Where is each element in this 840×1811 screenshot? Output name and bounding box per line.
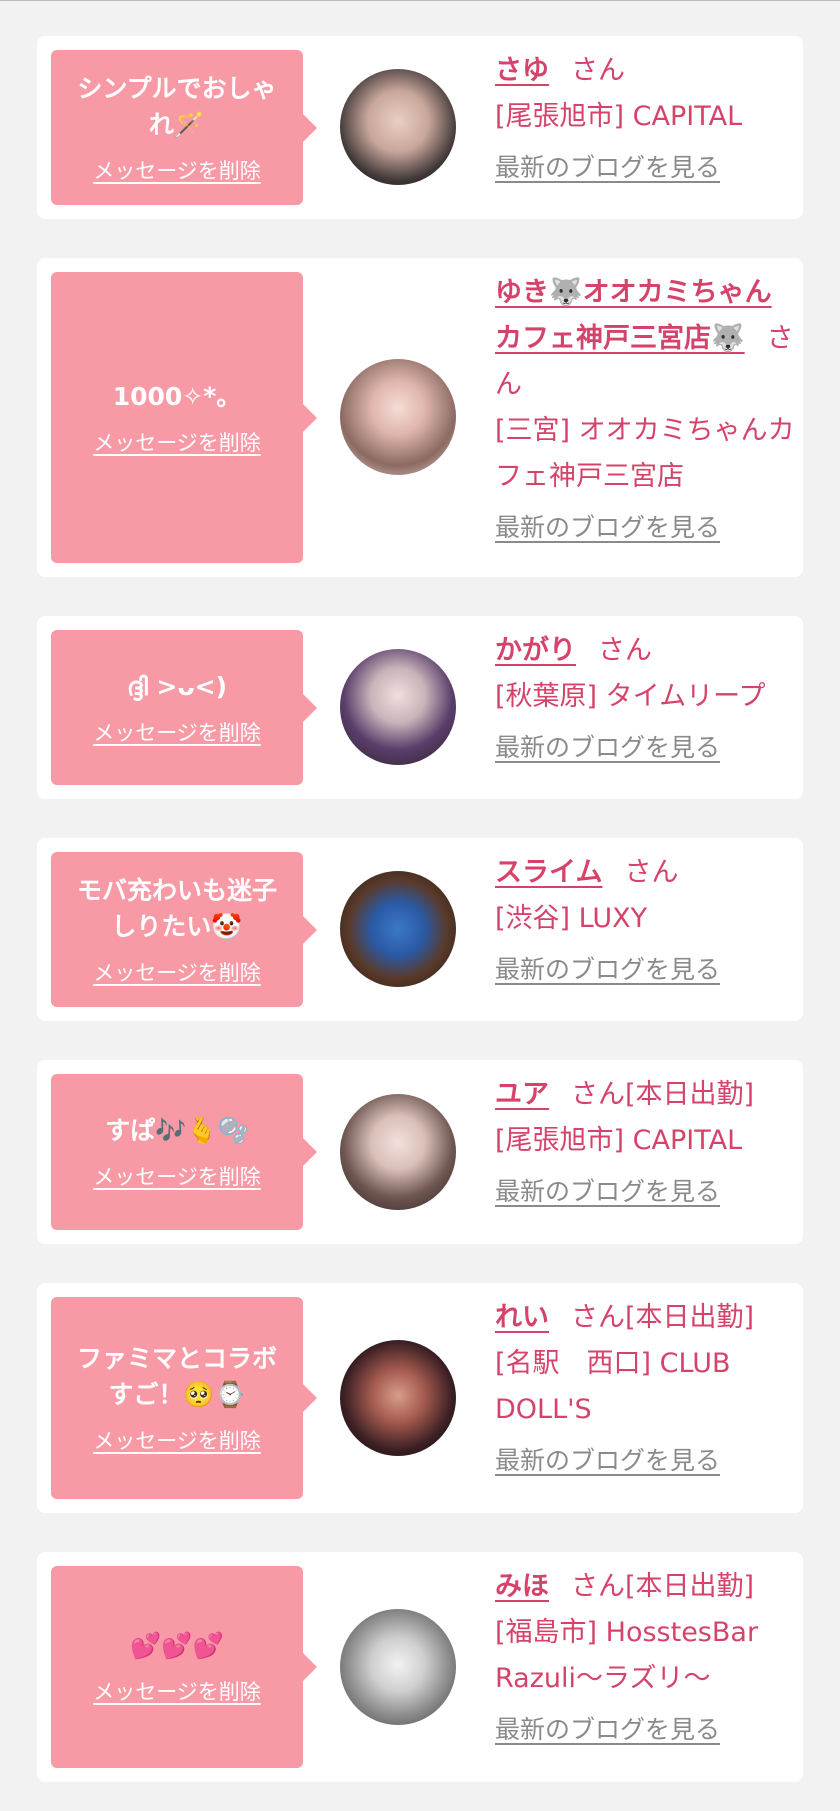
message-bubble: ファミマとコラボすご！🥺⌚ メッセージを削除 (51, 1297, 317, 1499)
cast-name-link[interactable]: ユア (495, 1079, 549, 1110)
status-badge: [本日出勤] (625, 1571, 755, 1602)
latest-blog-link[interactable]: 最新のブログを見る (495, 728, 795, 768)
avatar[interactable] (340, 1340, 456, 1456)
message-text: モバ充わいも迷子しりたい🤡 (76, 875, 277, 941)
message-bubble: シンプルでおしゃれ🪄 メッセージを削除 (51, 50, 317, 205)
delete-message-link[interactable]: メッセージを削除 (93, 1676, 261, 1706)
latest-blog-link[interactable]: 最新のブログを見る (495, 148, 795, 188)
cast-name-link[interactable]: スライム (495, 857, 602, 888)
shop-location: [三宮] オオカミちゃんカフェ神戸三宮店 (495, 415, 795, 492)
avatar[interactable] (340, 649, 456, 765)
delete-message-link[interactable]: メッセージを削除 (93, 427, 261, 457)
latest-blog-link[interactable]: 最新のブログを見る (495, 508, 795, 548)
avatar[interactable] (340, 1094, 456, 1210)
latest-blog-link[interactable]: 最新のブログを見る (495, 1172, 795, 1212)
honorific: さん (624, 857, 679, 888)
honorific: さん (571, 1302, 625, 1333)
message-text: すぱ🎶🫰🫧 (105, 1116, 249, 1145)
avatar[interactable] (340, 359, 456, 475)
shop-location: [秋葉原] タイムリープ (495, 681, 766, 712)
cast-name-link[interactable]: かがり (495, 635, 576, 666)
delete-message-link[interactable]: メッセージを削除 (93, 957, 261, 987)
honorific: さん (571, 1571, 625, 1602)
shop-location: [尾張旭市] CAPITAL (495, 101, 743, 132)
honorific: さん (571, 1079, 625, 1110)
latest-blog-link[interactable]: 最新のブログを見る (495, 950, 795, 990)
card-sayu: シンプルでおしゃれ🪄 メッセージを削除 さゆ さん [尾張旭市] CAPITAL … (37, 36, 803, 219)
card-slime: モバ充わいも迷子しりたい🤡 メッセージを削除 スライム さん [渋谷] LUXY … (37, 838, 803, 1021)
cast-name-link[interactable]: みほ (495, 1571, 549, 1602)
honorific: さん (598, 635, 652, 666)
shop-location: [名駅 西口] CLUB DOLL'S (495, 1348, 731, 1425)
message-bubble: ദ്ദി >ᴗ<) メッセージを削除 (51, 630, 317, 785)
card-rei: ファミマとコラボすご！🥺⌚ メッセージを削除 れい さん[本日出勤] [名駅 西口… (37, 1283, 803, 1513)
message-text: 1000✧*。 (112, 381, 242, 411)
shop-location: [尾張旭市] CAPITAL (495, 1125, 743, 1156)
message-bubble: すぱ🎶🫰🫧 メッセージを削除 (51, 1074, 317, 1230)
message-text: ദ്ദി >ᴗ<) (126, 671, 228, 701)
honorific: さん (571, 55, 625, 86)
card-kagari: ദ്ദി >ᴗ<) メッセージを削除 かがり さん [秋葉原] タイムリープ 最新… (37, 616, 803, 799)
shop-location: [渋谷] LUXY (495, 903, 648, 934)
card-yua: すぱ🎶🫰🫧 メッセージを削除 ユア さん[本日出勤] [尾張旭市] CAPITAL… (37, 1060, 803, 1244)
message-text: ファミマとコラボすご！🥺⌚ (76, 1344, 277, 1409)
cast-name-link[interactable]: れい (495, 1302, 549, 1333)
top-border (0, 0, 840, 1)
cast-name-link[interactable]: さゆ (495, 55, 549, 86)
message-bubble: 1000✧*。 メッセージを削除 (51, 272, 317, 563)
delete-message-link[interactable]: メッセージを削除 (93, 717, 261, 747)
delete-message-link[interactable]: メッセージを削除 (93, 155, 261, 185)
latest-blog-link[interactable]: 最新のブログを見る (495, 1710, 795, 1750)
delete-message-link[interactable]: メッセージを削除 (93, 1425, 261, 1455)
message-bubble: 💕💕💕 メッセージを削除 (51, 1566, 317, 1768)
latest-blog-link[interactable]: 最新のブログを見る (495, 1441, 795, 1481)
shop-location: [福島市] HosstesBar Razuli～ラズリ～ (495, 1617, 759, 1694)
delete-message-link[interactable]: メッセージを削除 (93, 1161, 261, 1191)
avatar[interactable] (340, 1609, 456, 1725)
status-badge: [本日出勤] (625, 1302, 755, 1333)
message-bubble: モバ充わいも迷子しりたい🤡 メッセージを削除 (51, 852, 317, 1007)
card-miho: 💕💕💕 メッセージを削除 みほ さん[本日出勤] [福島市] HosstesBar… (37, 1552, 803, 1782)
card-yuki: 1000✧*。 メッセージを削除 ゆき🐺オオカミちゃんカフェ神戸三宮店🐺 さん [… (37, 258, 803, 577)
status-badge: [本日出勤] (625, 1079, 755, 1110)
message-text: シンプルでおしゃれ🪄 (77, 73, 277, 139)
avatar[interactable] (340, 69, 456, 185)
avatar[interactable] (340, 871, 456, 987)
message-text: 💕💕💕 (130, 1631, 224, 1660)
cast-name-link[interactable]: ゆき🐺オオカミちゃんカフェ神戸三宮店🐺 (495, 277, 772, 354)
